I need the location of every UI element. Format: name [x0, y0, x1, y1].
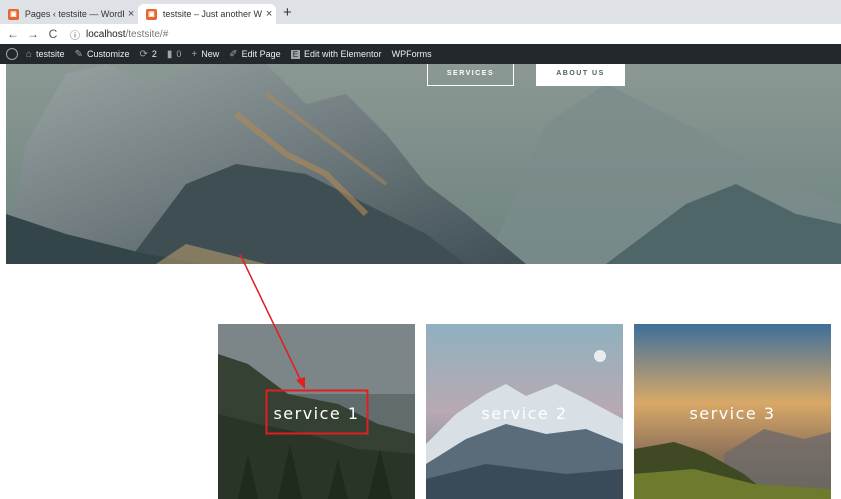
admin-bar-new[interactable]: + New: [191, 49, 219, 60]
forward-arrow-icon[interactable]: →: [26, 27, 40, 41]
tab-testsite[interactable]: ▣ testsite – Just another WordPress ×: [138, 4, 276, 24]
new-label: New: [201, 49, 220, 59]
edit-page-label: Edit Page: [241, 49, 281, 59]
pencil-icon: ✐: [229, 48, 238, 60]
plus-icon: +: [191, 48, 198, 60]
url-host: localhost: [86, 28, 126, 40]
hero-banner: SERVICES ABOUT US: [6, 64, 841, 264]
browser-tab-strip: ▣ Pages ‹ testsite — WordPress × ▣ tests…: [0, 0, 841, 24]
wpforms-label: WPForms: [391, 49, 432, 59]
about-us-nav-button[interactable]: ABOUT US: [536, 64, 625, 86]
wordpress-favicon-icon: ▣: [146, 8, 157, 20]
service-card-1[interactable]: service 1: [218, 324, 415, 499]
site-name: testsite: [36, 49, 65, 59]
tab-title: Pages ‹ testsite — WordPress: [24, 9, 124, 19]
service-3-label: service 3: [689, 404, 776, 423]
dashboard-icon: ⌂: [26, 48, 33, 60]
services-nav-button[interactable]: SERVICES: [427, 64, 514, 86]
wordpress-logo-icon[interactable]: [6, 48, 18, 60]
service-card-3[interactable]: service 3: [634, 324, 831, 499]
admin-bar-site[interactable]: ⌂ testsite: [26, 49, 65, 60]
admin-bar-comments[interactable]: ▮ 0: [167, 49, 182, 60]
comment-icon: ▮: [166, 48, 173, 60]
mountain-image: [6, 64, 841, 264]
updates-count: 2: [151, 49, 157, 59]
admin-bar-elementor[interactable]: E Edit with Elementor: [290, 49, 382, 59]
comments-count: 0: [176, 49, 182, 59]
site-info-icon[interactable]: ⓘ: [70, 27, 80, 42]
service-2-label: service 2: [481, 404, 568, 423]
tab-title: testsite – Just another WordPress: [162, 9, 262, 19]
elementor-icon: E: [290, 49, 301, 59]
admin-bar-updates[interactable]: ⟳ 2: [139, 49, 156, 60]
service-1-label: service 1: [273, 404, 360, 423]
url-path: /testsite/#: [125, 28, 169, 40]
brush-icon: ✎: [74, 48, 83, 60]
new-tab-button[interactable]: +: [283, 4, 292, 21]
wordpress-favicon-icon: ▣: [8, 8, 19, 20]
updates-icon: ⟳: [139, 48, 148, 60]
wp-admin-bar: ⌂ testsite ✎ Customize ⟳ 2 ▮ 0 + New ✐ Edit Pa…: [0, 44, 841, 64]
back-arrow-icon[interactable]: ←: [6, 27, 20, 41]
close-tab-icon[interactable]: ×: [124, 8, 138, 20]
admin-bar-customize[interactable]: ✎ Customize: [75, 49, 130, 60]
url-field[interactable]: localhost/testsite/#: [86, 29, 168, 40]
customize-label: Customize: [86, 49, 130, 59]
address-bar: ← → C ⓘ localhost/testsite/#: [0, 24, 841, 44]
admin-bar-wpforms[interactable]: WPForms: [392, 49, 432, 59]
service-card-2[interactable]: service 2: [426, 324, 623, 499]
close-tab-icon[interactable]: ×: [262, 8, 276, 20]
tab-pages-wordpress[interactable]: ▣ Pages ‹ testsite — WordPress ×: [0, 4, 138, 24]
elementor-label: Edit with Elementor: [304, 49, 382, 59]
reload-icon[interactable]: C: [46, 27, 60, 41]
admin-bar-edit-page[interactable]: ✐ Edit Page: [229, 49, 280, 60]
